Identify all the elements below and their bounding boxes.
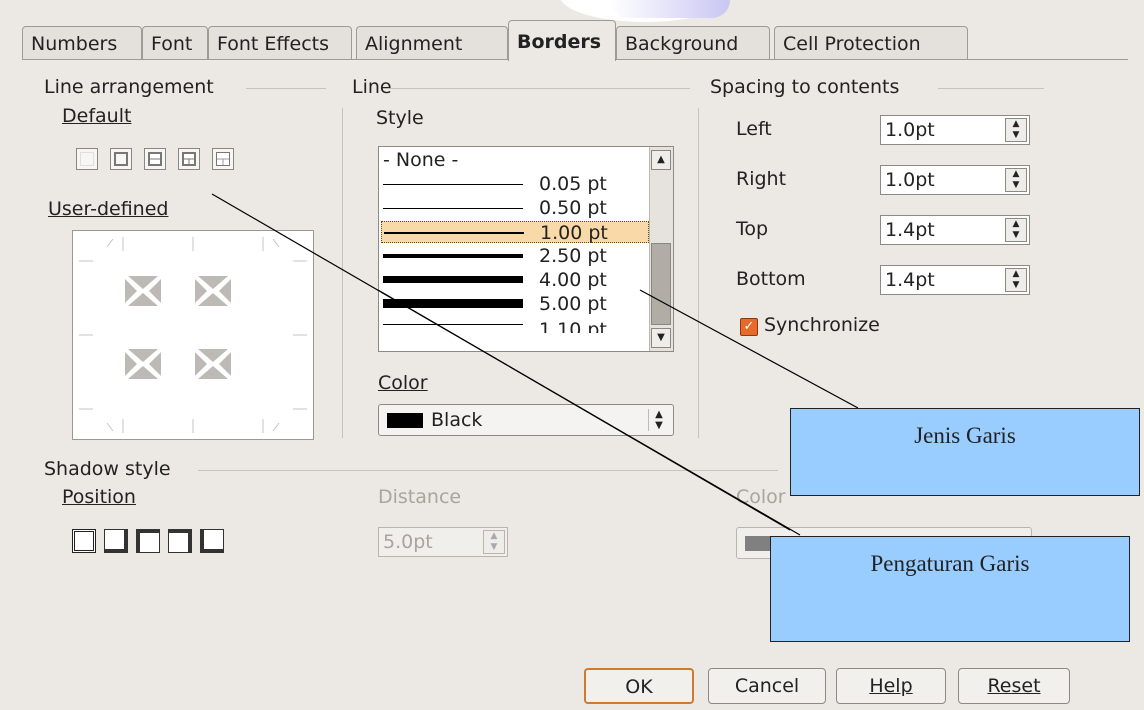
leader-line-type bbox=[639, 289, 859, 409]
tab-borders[interactable]: Borders bbox=[508, 20, 616, 61]
leader-line-setting-2 bbox=[377, 289, 791, 531]
callout-line-type: Jenis Garis bbox=[790, 408, 1140, 496]
callout-line-setting: Pengaturan Garis bbox=[770, 536, 1130, 642]
